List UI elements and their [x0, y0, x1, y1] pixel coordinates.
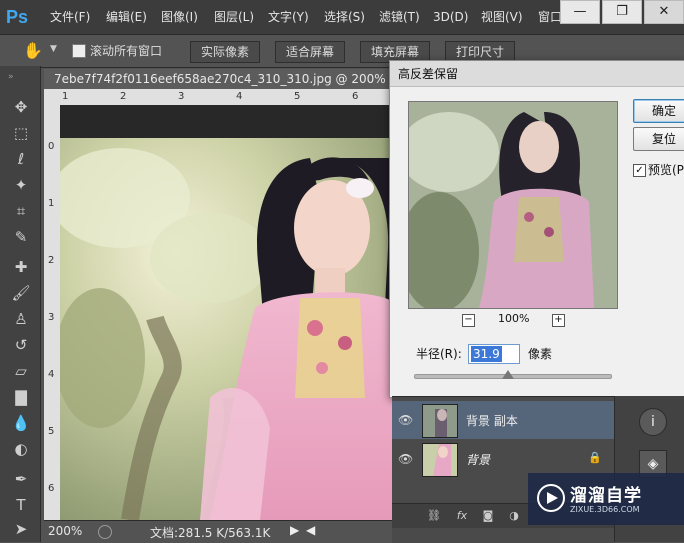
info-icon[interactable]: i [639, 408, 667, 436]
crop-tool-icon[interactable]: ⌗ [10, 200, 32, 222]
menu-item[interactable]: 滤镜(T) [379, 0, 420, 34]
hand-tool-icon[interactable]: ✋ [22, 40, 44, 62]
pen-tool-icon[interactable]: ✒ [10, 468, 32, 490]
zoom-out-button[interactable]: − [462, 314, 475, 327]
layer-name: 背景 [466, 453, 491, 467]
stamp-tool-icon[interactable]: ♙ [10, 308, 32, 330]
path-selection-tool-icon[interactable]: ➤ [10, 518, 32, 540]
menu-item[interactable]: 文字(Y) [268, 0, 309, 34]
watermark-logo: 溜溜自学 ZIXUE.3D66.COM [528, 473, 684, 525]
tool-preset-dropdown-icon[interactable]: ▼ [50, 44, 57, 54]
photo-image [60, 138, 394, 520]
ruler-number: 5 [48, 426, 55, 437]
menu-item[interactable]: 视图(V) [481, 0, 523, 34]
watermark-title: 溜溜自学 [570, 486, 642, 506]
menu-bar: Ps 文件(F) 编辑(E) 图像(I) 图层(L) 文字(Y) 选择(S) 滤镜(T) 3D… [0, 0, 684, 34]
menu-item[interactable]: 文件(F) [50, 0, 90, 34]
ruler-number: 1 [62, 91, 69, 102]
ruler-number: 3 [48, 312, 55, 323]
ruler-top: 1 2 3 4 5 6 [44, 89, 394, 105]
history-brush-tool-icon[interactable]: ↺ [10, 334, 32, 356]
lock-icon: 🔒 [588, 451, 602, 464]
layer-thumbnail [422, 404, 458, 438]
toolbox: » ✥ ⬚ ℓ ✦ ⌗ ✎ ✚ 🖌 ♙ ↺ ▱ ▇ 💧 ◐ ✒ T ➤ [0, 66, 41, 542]
brush-tool-icon[interactable]: 🖌 [10, 282, 32, 304]
document-canvas[interactable] [60, 138, 394, 520]
type-tool-icon[interactable]: T [10, 494, 32, 516]
high-pass-dialog: 高反差保留 − 100% + 半径(R): 31.9 像素 确定 复位 ✓ 预览… [389, 60, 684, 398]
gradient-tool-icon[interactable]: ▇ [10, 386, 32, 408]
add-mask-icon[interactable]: ◙ [480, 508, 496, 524]
watermark-subtitle: ZIXUE.3D66.COM [570, 505, 640, 514]
menu-item[interactable]: 选择(S) [324, 0, 365, 34]
scroll-all-windows-label: 滚动所有窗口 [90, 44, 163, 58]
healing-brush-tool-icon[interactable]: ✚ [10, 256, 32, 278]
filter-preview[interactable] [408, 101, 618, 309]
fit-screen-button[interactable]: 适合屏幕 [275, 41, 346, 63]
visibility-eye-icon[interactable]: 👁 [398, 452, 413, 466]
ruler-number: 2 [48, 255, 55, 266]
radius-unit: 像素 [528, 347, 553, 361]
document-tab[interactable]: 7ebe7f74f2f0116eef658ae270c4_310_310.jpg… [44, 69, 394, 89]
move-tool-icon[interactable]: ✥ [10, 96, 32, 118]
ruler-number: 1 [48, 198, 55, 209]
radius-input[interactable]: 31.9 [468, 344, 520, 364]
radius-slider-thumb[interactable] [502, 370, 514, 379]
toolbox-collapse-icon[interactable]: » [8, 72, 14, 82]
zoom-in-button[interactable]: + [552, 314, 565, 327]
ruler-number: 5 [294, 91, 301, 102]
actual-pixels-button[interactable]: 实际像素 [190, 41, 261, 63]
layer-name: 背景 副本 [466, 414, 518, 428]
link-layers-icon[interactable]: ⛓ [426, 508, 442, 524]
ruler-number: 6 [352, 91, 359, 102]
preview-zoom-level: 100% [498, 312, 530, 325]
photoshop-logo: Ps [6, 7, 29, 27]
minimize-button[interactable]: — [560, 0, 600, 24]
ruler-left: 0 1 2 3 4 5 6 [44, 105, 60, 520]
lasso-tool-icon[interactable]: ℓ [10, 148, 32, 170]
ruler-number: 0 [48, 141, 55, 152]
restore-button[interactable]: ❐ [602, 0, 642, 24]
blur-tool-icon[interactable]: 💧 [10, 412, 32, 434]
dialog-title: 高反差保留 [390, 61, 684, 87]
status-menu-arrow-icon[interactable]: ▶ [290, 523, 299, 537]
fx-icon[interactable]: fx [454, 508, 470, 524]
close-button[interactable]: ✕ [644, 0, 684, 24]
menu-item[interactable]: 3D(D) [433, 0, 468, 34]
window-controls: — ❐ ✕ [558, 0, 684, 24]
preview-label: 预览(P [648, 163, 684, 177]
radius-label: 半径(R): [416, 347, 462, 361]
menu-item[interactable]: 图层(L) [214, 0, 254, 34]
preview-image [409, 102, 617, 308]
ruler-number: 6 [48, 483, 55, 494]
eyedropper-tool-icon[interactable]: ✎ [10, 226, 32, 248]
doc-info-icon[interactable] [98, 525, 112, 539]
scroll-left-icon[interactable]: ◀ [306, 523, 315, 537]
layer-thumbnail [422, 443, 458, 477]
eraser-tool-icon[interactable]: ▱ [10, 360, 32, 382]
ruler-number: 2 [120, 91, 127, 102]
ruler-number: 4 [236, 91, 243, 102]
magic-wand-tool-icon[interactable]: ✦ [10, 174, 32, 196]
ruler-number: 3 [178, 91, 185, 102]
ok-button[interactable]: 确定 [633, 99, 684, 123]
menu-item[interactable]: 图像(I) [161, 0, 198, 34]
reset-button[interactable]: 复位 [633, 127, 684, 151]
adjustment-layer-icon[interactable]: ◑ [506, 508, 522, 524]
ruler-number: 4 [48, 369, 55, 380]
scroll-all-windows-checkbox[interactable] [72, 44, 86, 58]
menu-item[interactable]: 编辑(E) [106, 0, 147, 34]
status-bar: 200% 文档:281.5 K/563.1K ▶ ◀ [44, 520, 394, 543]
layer-row-background-copy[interactable]: 👁 背景 副本 [392, 401, 614, 439]
zoom-level[interactable]: 200% [48, 524, 82, 538]
watermark-play-icon [537, 484, 565, 512]
radius-value: 31.9 [471, 346, 502, 362]
visibility-eye-icon[interactable]: 👁 [398, 413, 413, 427]
document-size: 文档:281.5 K/563.1K [150, 526, 271, 540]
dodge-tool-icon[interactable]: ◐ [10, 438, 32, 460]
marquee-tool-icon[interactable]: ⬚ [10, 122, 32, 144]
preview-checkbox[interactable]: ✓ [633, 164, 646, 177]
